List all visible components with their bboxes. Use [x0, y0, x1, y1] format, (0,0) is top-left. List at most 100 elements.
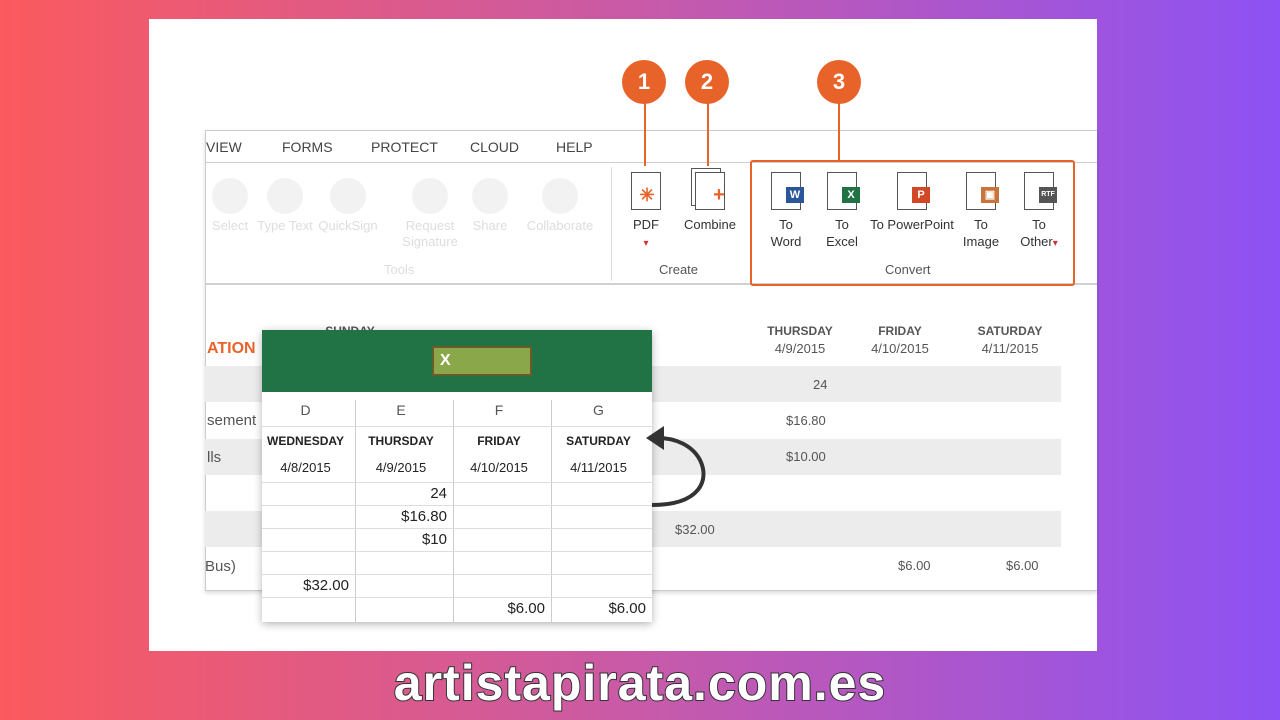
row-divider [262, 505, 652, 506]
excel-icon: X [827, 172, 860, 210]
cell: $10 [421, 531, 447, 548]
date-cell: 4/11/2015 [570, 460, 627, 475]
row-label: sement [207, 412, 257, 429]
cell: $6.00 [608, 600, 646, 617]
group-divider [611, 167, 612, 281]
row-divider [262, 528, 652, 529]
cell: $6.00 [1006, 558, 1039, 573]
cursor-icon [212, 178, 248, 214]
cell: 24 [430, 485, 447, 502]
cell: $32.00 [303, 577, 349, 594]
create-group-label: Create [659, 262, 699, 277]
share-button[interactable]: Share [460, 178, 520, 234]
tab-cloud[interactable]: CLOUD [470, 139, 519, 155]
tab-view[interactable]: VIEW [206, 139, 242, 155]
cloud-sign-icon [412, 178, 448, 214]
header-saturday: SATURDAY 4/11/2015 [968, 322, 1052, 358]
quicksign-label: QuickSign [318, 218, 378, 233]
cell: 24 [813, 377, 828, 392]
cell: $6.00 [507, 600, 545, 617]
excel-logo: X [432, 346, 532, 376]
select-label: Select [211, 218, 249, 233]
select-button[interactable]: Select [200, 178, 260, 234]
tools-group-label: Tools [384, 262, 415, 277]
tab-help[interactable]: HELP [556, 139, 593, 155]
to-image-button[interactable]: ▣ To Image [958, 172, 1004, 250]
to-powerpoint-label: To PowerPoint [870, 217, 954, 232]
pen-icon [330, 178, 366, 214]
day-header: FRIDAY [477, 434, 521, 448]
collaborate-label: Collaborate [526, 218, 594, 233]
row-label: Bus) [205, 558, 236, 575]
date: 4/9/2015 [774, 341, 826, 356]
to-excel-label: To Excel [826, 217, 858, 249]
date-cell: 4/9/2015 [375, 460, 427, 475]
share-label: Share [472, 218, 508, 233]
header-thursday: THURSDAY 4/9/2015 [760, 322, 840, 358]
type-text-label: Type Text [257, 218, 313, 233]
callout-1: 1 [622, 60, 666, 104]
date: 4/11/2015 [981, 341, 1039, 356]
section-label: ATION [207, 340, 256, 357]
cell: $32.00 [675, 522, 715, 537]
column-header: G [593, 402, 604, 418]
to-image-label: To Image [962, 217, 1000, 249]
row-divider [262, 482, 652, 483]
ribbon-tabs: VIEW FORMS PROTECT CLOUD HELP [206, 131, 1097, 163]
combine-label: Combine [683, 217, 737, 232]
callout-2: 2 [685, 60, 729, 104]
row-divider [262, 426, 652, 427]
other-format-icon: RTF [1024, 172, 1057, 210]
to-powerpoint-button[interactable]: P To PowerPoint [870, 172, 954, 233]
row-divider [262, 574, 652, 575]
to-other-button[interactable]: RTF To Other▾ [1012, 172, 1066, 252]
collaborate-button[interactable]: Collaborate [520, 178, 600, 234]
cell: $10.00 [786, 449, 826, 464]
type-text-button[interactable]: Type Text [255, 178, 315, 234]
chevron-down-icon: ▾ [643, 238, 649, 249]
pdf-button[interactable]: ✳ PDF ▾ [626, 172, 666, 252]
day: FRIDAY [878, 324, 922, 338]
to-excel-button[interactable]: X To Excel [820, 172, 864, 250]
day: SATURDAY [977, 324, 1043, 338]
tab-forms[interactable]: FORMS [282, 139, 333, 155]
pdf-icon: ✳ [631, 172, 661, 210]
to-word-label: To Word [770, 217, 802, 249]
request-signature-button[interactable]: Request Signature [390, 178, 470, 250]
day: THURSDAY [767, 324, 833, 338]
column-header: E [396, 402, 406, 418]
day-header: THURSDAY [368, 434, 434, 448]
chevron-down-icon: ▾ [1052, 238, 1058, 249]
cell: $16.80 [786, 413, 826, 428]
quicksign-button[interactable]: QuickSign [318, 178, 378, 234]
pdf-label: PDF [633, 217, 659, 232]
row-label: lls [207, 449, 222, 466]
to-word-button[interactable]: W To Word [763, 172, 809, 250]
combine-icon: + [695, 172, 725, 210]
watermark: artistapirata.com.es [393, 654, 887, 712]
callout-line-1 [644, 100, 646, 166]
row-divider [262, 551, 652, 552]
cell: $6.00 [898, 558, 931, 573]
callout-line-2 [707, 100, 709, 166]
text-icon [267, 178, 303, 214]
combine-button[interactable]: + Combine [677, 172, 743, 233]
collaborate-icon [542, 178, 578, 214]
row-divider [262, 597, 652, 598]
date-cell: 4/10/2015 [470, 460, 528, 475]
powerpoint-icon: P [897, 172, 930, 210]
date-cell: 4/8/2015 [280, 460, 331, 475]
excel-header: X [262, 330, 652, 392]
word-icon: W [771, 172, 804, 210]
column-header: F [494, 402, 504, 418]
excel-preview: X D E F G WEDNESDAY THURSDAY FRIDAY SATURDAY 4/8… [262, 330, 652, 622]
tab-protect[interactable]: PROTECT [371, 139, 438, 155]
convert-group-label: Convert [885, 262, 931, 277]
header-friday: FRIDAY 4/10/2015 [860, 322, 940, 358]
date: 4/10/2015 [871, 341, 929, 356]
callout-3: 3 [817, 60, 861, 104]
to-other-label: To Other [1020, 217, 1053, 249]
share-cloud-icon [472, 178, 508, 214]
day-header: SATURDAY [566, 434, 631, 448]
callout-line-3 [838, 100, 840, 160]
